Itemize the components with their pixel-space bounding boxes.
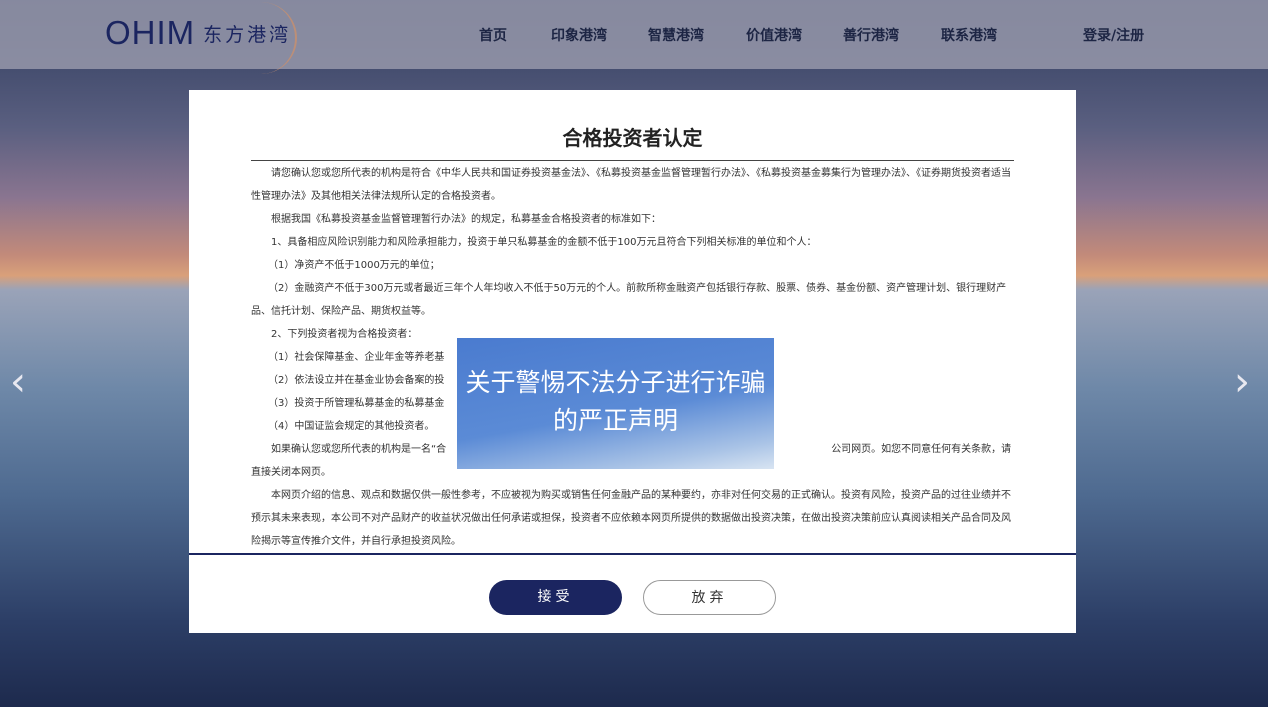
paragraph: （2）金融资产不低于300万元或者最近三年个人年均收入不低于50万元的个人。前款… <box>251 283 1007 317</box>
header: OHIM 东方港湾 首页 印象港湾 智慧港湾 价值港湾 善行港湾 联系港湾 登录… <box>0 0 1268 74</box>
modal-title: 合格投资者认定 <box>562 126 703 150</box>
paragraph-part: 如果确认您或您所代表的机构是一名“合 <box>271 444 447 455</box>
popup-text: 关于警惕不法分子进行诈骗的严正声明 <box>465 368 766 435</box>
footer-divider <box>189 553 1076 555</box>
carousel-prev-icon[interactable]: ‹ <box>10 362 32 402</box>
login-register-link[interactable]: 登录/注册 <box>1083 25 1144 45</box>
fraud-notice-popup[interactable]: 关于警惕不法分子进行诈骗的严正声明 <box>457 338 774 469</box>
title-divider <box>251 160 1014 161</box>
reject-button[interactable]: 放弃 <box>643 580 776 615</box>
nav-charity[interactable]: 善行港湾 <box>843 25 899 45</box>
paragraph: 本网页介绍的信息、观点和数据仅供一般性参考，不应被视为购买或销售任何金融产品的某… <box>251 490 1011 547</box>
nav-contact[interactable]: 联系港湾 <box>941 25 997 45</box>
paragraph: （1）净资产不低于1000万元的单位； <box>268 260 440 271</box>
carousel-next-icon[interactable]: › <box>1234 362 1256 402</box>
nav-impression[interactable]: 印象港湾 <box>551 25 607 45</box>
paragraph: 1、具备相应风险识别能力和风险承担能力，投资于单只私募基金的金额不低于100万元… <box>271 237 817 248</box>
paragraph: 根据我国《私募投资基金监督管理暂行办法》的规定，私募基金合格投资者的标准如下： <box>271 214 661 225</box>
accept-button[interactable]: 接受 <box>489 580 622 615</box>
nav-home[interactable]: 首页 <box>479 25 507 45</box>
paragraph: 请您确认您或您所代表的机构是符合《中华人民共和国证券投资基金法》、《私募投资基金… <box>251 168 1011 202</box>
nav-value[interactable]: 价值港湾 <box>746 25 802 45</box>
nav-wisdom[interactable]: 智慧港湾 <box>648 25 704 45</box>
logo-arc <box>225 2 297 74</box>
logo-en: OHIM <box>105 14 196 51</box>
logo[interactable]: OHIM 东方港湾 <box>105 2 297 74</box>
